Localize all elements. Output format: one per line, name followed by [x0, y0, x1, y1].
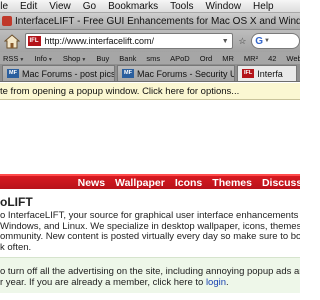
intro-line: k often. [0, 242, 32, 253]
intro-line: ommunity. New content is posted virtuall… [0, 232, 300, 242]
bookmark-42[interactable]: 42 [263, 54, 281, 63]
menu-edit[interactable]: Edit [14, 1, 43, 12]
search-engine-icon[interactable]: G [255, 36, 263, 47]
intro-line: Windows, and Linux. We specialize in des… [0, 221, 300, 232]
tab-label: Mac Forums - post pics o... [21, 68, 115, 79]
home-icon[interactable] [3, 33, 21, 49]
nav-themes[interactable]: Themes [207, 177, 257, 189]
tab-mac-forums-security[interactable]: MF Mac Forums - Security Up... [117, 65, 235, 81]
search-engine-caret-icon[interactable]: ▼ [264, 38, 270, 44]
window-title: InterfaceLIFT - Free GUI Enhancements fo… [15, 15, 300, 27]
bookmark-buy[interactable]: Buy [91, 54, 114, 63]
menu-window[interactable]: Window [199, 1, 247, 12]
bookmark-mr[interactable]: MR [217, 54, 239, 63]
tab-interfacelift[interactable]: IFL Interfa [237, 65, 297, 81]
tab-label: Interfa [257, 68, 283, 79]
nav-icons[interactable]: Icons [170, 177, 207, 189]
membership-notice: o turn off all the advertising on the si… [0, 257, 300, 293]
nav-discussion[interactable]: Discussion [257, 177, 300, 189]
bookmark-info[interactable]: Info▼ [29, 54, 57, 63]
nav-wallpaper[interactable]: Wallpaper [110, 177, 170, 189]
site-favicon-icon [2, 16, 12, 26]
bookmark-sms[interactable]: sms [141, 54, 165, 63]
page-ad-space [0, 100, 300, 174]
intro-text: o InterfaceLIFT, your source for graphic… [0, 211, 300, 253]
bookmark-web[interactable]: Web▼ [281, 54, 300, 63]
tab-favicon-icon: MF [122, 69, 134, 78]
menu-go[interactable]: Go [77, 1, 102, 12]
menu-tools[interactable]: Tools [164, 1, 199, 12]
menu-bookmarks[interactable]: Bookmarks [102, 1, 164, 12]
menu-file[interactable]: ile [0, 1, 14, 12]
tab-label: Mac Forums - Security Up... [136, 68, 234, 79]
window-title-bar: InterfaceLIFT - Free GUI Enhancements fo… [0, 13, 300, 30]
site-identity-badge: IFL [27, 36, 41, 46]
address-url[interactable]: http://www.interfacelift.com/ [45, 36, 222, 46]
site-navigation: News Wallpaper Icons Themes Discussion [0, 174, 300, 189]
login-link[interactable]: login [206, 277, 226, 288]
bookmark-rss[interactable]: RSS▼ [0, 54, 29, 63]
tab-favicon-icon: MF [7, 69, 19, 78]
popup-blocked-message[interactable]: te from opening a popup window. Click he… [0, 86, 239, 97]
address-bar[interactable]: IFL http://www.interfacelift.com/ ▼ [24, 33, 233, 49]
bookmark-bank[interactable]: Bank [114, 54, 141, 63]
search-field[interactable]: G ▼ [251, 33, 300, 49]
menu-help[interactable]: Help [247, 1, 280, 12]
notice-text: r year. If you are already a member, cli… [0, 277, 206, 288]
notice-text: . [226, 277, 229, 288]
popup-blocked-bar[interactable]: te from opening a popup window. Click he… [0, 83, 300, 100]
tab-favicon-icon: IFL [242, 69, 255, 78]
navigation-toolbar: IFL http://www.interfacelift.com/ ▼ ☆ G … [0, 30, 300, 52]
tab-bar: MF Mac Forums - post pics o... MF Mac Fo… [0, 64, 300, 82]
bookmark-menu-caret-icon: ▼ [19, 56, 25, 63]
bookmark-ord[interactable]: Ord [195, 54, 218, 63]
notice-line: r year. If you are already a member, cli… [0, 277, 300, 288]
bookmark-mr2[interactable]: MR² [239, 54, 263, 63]
bookmark-menu-caret-icon: ▼ [47, 56, 53, 63]
bookmark-apod[interactable]: APoD [165, 54, 195, 63]
page-heading: oLIFT [0, 195, 33, 209]
bookmark-menu-caret-icon: ▼ [81, 56, 87, 63]
tab-mac-forums-pics[interactable]: MF Mac Forums - post pics o... [2, 65, 115, 81]
menu-bar: ile Edit View Go Bookmarks Tools Window … [0, 0, 300, 13]
menu-view[interactable]: View [43, 1, 77, 12]
intro-line: o InterfaceLIFT, your source for graphic… [0, 211, 300, 221]
bookmark-shop[interactable]: Shop▼ [58, 54, 91, 63]
bookmarks-toolbar: RSS▼ Info▼ Shop▼ Buy Bank sms APoD Ord M… [0, 52, 300, 64]
notice-line: o turn off all the advertising on the si… [0, 266, 300, 277]
dropdown-caret-icon[interactable]: ▼ [222, 38, 229, 45]
star-icon[interactable]: ☆ [236, 34, 250, 48]
nav-news[interactable]: News [73, 177, 110, 189]
